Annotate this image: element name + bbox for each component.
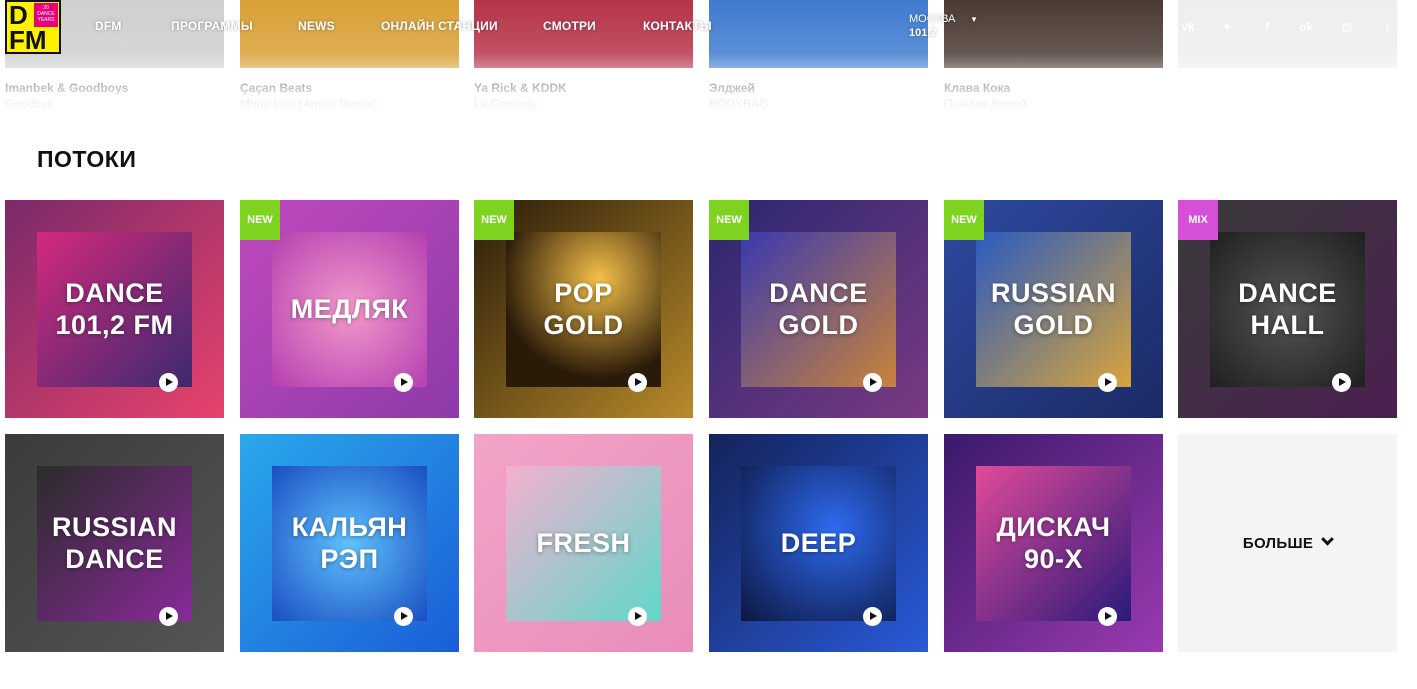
logo-anniversary-badge: 20 DANCE YEARS	[34, 3, 58, 27]
play-icon[interactable]	[863, 373, 882, 392]
track-title: Goodbye	[5, 97, 54, 111]
nav-online-stations[interactable]: ОНЛАЙН СТАНЦИИ	[381, 19, 498, 33]
stream-badge: NEW	[240, 200, 280, 240]
stream-label: DEEP	[780, 528, 857, 558]
nav-contacts[interactable]: КОНТАКТЫ	[643, 19, 712, 33]
stream-tile[interactable]: DANCE HALL MIX	[1178, 200, 1397, 418]
logo-letter-top: D	[9, 0, 28, 30]
tiktok-icon[interactable]: ♪	[1378, 18, 1396, 36]
play-icon[interactable]	[1098, 607, 1117, 626]
nav-dfm[interactable]: DFM	[95, 19, 122, 33]
track-artist: Çaçan Beats	[240, 81, 313, 95]
stream-badge: NEW	[709, 200, 749, 240]
stream-badge: MIX	[1178, 200, 1218, 240]
track-title: Пьяную Домой	[944, 97, 1027, 111]
dfm-logo[interactable]: D FM 20 DANCE YEARS	[5, 0, 61, 54]
stream-tile[interactable]: МЕДЛЯК NEW	[240, 200, 459, 418]
nav-programs[interactable]: ПРОГРАММЫ	[171, 19, 253, 33]
more-label: БОЛЬШЕ	[1178, 434, 1397, 652]
stream-badge: NEW	[474, 200, 514, 240]
play-icon[interactable]	[159, 607, 178, 626]
odnoklassniki-icon[interactable]: ok	[1297, 18, 1315, 36]
stream-tile[interactable]: DEEP	[709, 434, 928, 652]
city-frequency: 101.2	[909, 27, 937, 39]
stream-tile[interactable]: КАЛЬЯН РЭП	[240, 434, 459, 652]
stream-label: FRESH	[536, 528, 631, 558]
track-artist: Ya Rick & KDDK	[474, 81, 567, 95]
play-icon[interactable]	[159, 373, 178, 392]
chevron-down-icon	[1321, 532, 1334, 546]
play-icon[interactable]	[1098, 373, 1117, 392]
more-text: БОЛЬШЕ	[1242, 534, 1314, 552]
play-icon[interactable]	[394, 607, 413, 626]
play-icon[interactable]	[1332, 373, 1351, 392]
stream-label: RUSSIAN DANCE	[51, 512, 177, 574]
track-artist: Imanbek & Goodboys	[5, 81, 129, 95]
track-artist: Клава Кока	[944, 81, 1011, 95]
track-title: La Grenade	[474, 97, 538, 111]
track-artist: Элджей	[709, 81, 755, 95]
vk-icon[interactable]: vk	[1179, 18, 1197, 36]
play-icon[interactable]	[628, 373, 647, 392]
stream-badge: NEW	[944, 200, 984, 240]
stream-tile[interactable]: RUSSIAN GOLD NEW	[944, 200, 1163, 418]
nav-news[interactable]: NEWS	[298, 19, 335, 33]
stream-tile[interactable]: ДИСКАЧ 90-Х	[944, 434, 1163, 652]
more-streams-button[interactable]: БОЛЬШЕ	[1178, 434, 1397, 652]
stream-tile[interactable]: POP GOLD NEW	[474, 200, 693, 418]
section-title: ПОТОКИ	[37, 146, 137, 172]
facebook-icon[interactable]: f	[1258, 18, 1276, 36]
stream-tile[interactable]: RUSSIAN DANCE	[5, 434, 224, 652]
stream-tile[interactable]: FRESH	[474, 434, 693, 652]
stream-tile[interactable]: DANCE GOLD NEW	[709, 200, 928, 418]
twitter-icon[interactable]: ✦	[1218, 18, 1236, 36]
stream-label: КАЛЬЯН РЭП	[291, 512, 408, 574]
chevron-down-icon: ▼	[970, 15, 978, 24]
track-title: BODYBAG	[709, 97, 769, 111]
play-icon[interactable]	[628, 607, 647, 626]
stream-tile[interactable]: DANCE 101,2 FM	[5, 200, 224, 418]
stream-label: DANCE 101,2 FM	[55, 278, 174, 340]
nav-watch[interactable]: СМОТРИ	[543, 19, 596, 33]
instagram-icon[interactable]: ◎	[1338, 18, 1356, 36]
stream-label: ДИСКАЧ 90-Х	[996, 512, 1111, 574]
play-icon[interactable]	[863, 607, 882, 626]
city-name: МОСКВА	[909, 13, 956, 25]
logo-letter-bottom: FM	[9, 25, 47, 55]
track-title: Mona Lisa (Amice Remix)	[240, 97, 378, 111]
play-icon[interactable]	[394, 373, 413, 392]
top-nav: D FM 20 DANCE YEARS DFM ПРОГРАММЫ NEWS О…	[0, 0, 1417, 56]
city-selector[interactable]: МОСКВА 101.2 ▼	[909, 12, 978, 40]
